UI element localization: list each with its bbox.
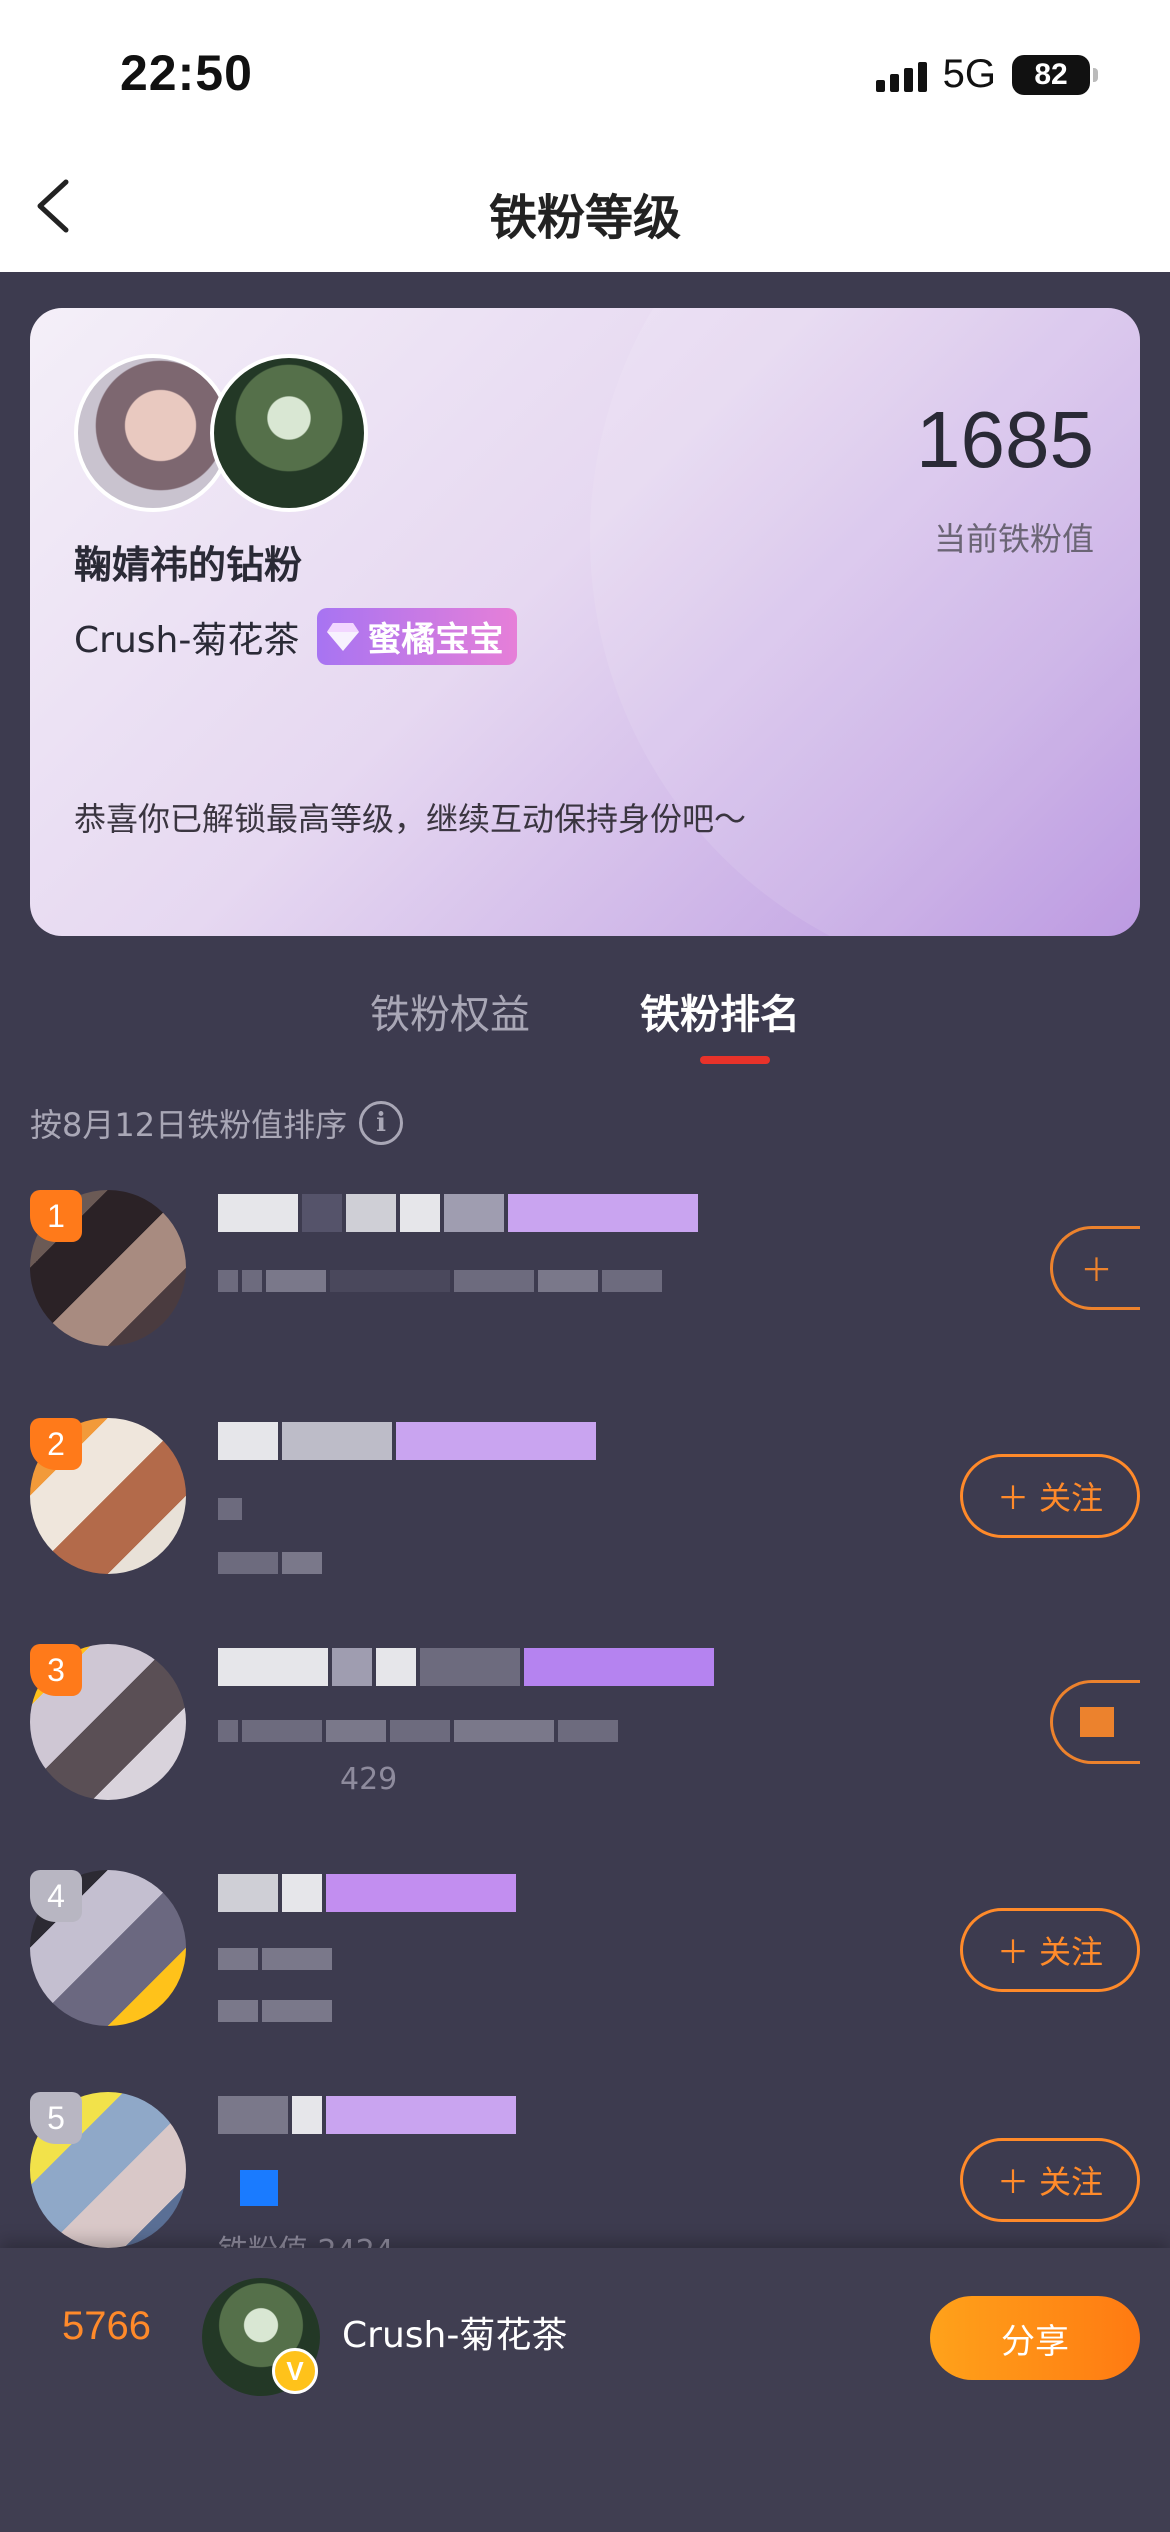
blurred-name [218, 1648, 714, 1686]
blurred-info [240, 2170, 278, 2206]
blurred-info [218, 1498, 242, 1520]
blurred-info [218, 1720, 618, 1742]
follow-button[interactable] [1050, 1680, 1140, 1764]
rank-badge: 2 [30, 1418, 82, 1470]
my-name: Crush-菊花茶 [342, 2315, 568, 2356]
battery-icon: 82 [1012, 54, 1098, 95]
ranking-row[interactable]: 4 ＋ 关注 [0, 1870, 1170, 2070]
ranking-row[interactable]: 3 429 [0, 1644, 1170, 1844]
tab-ranking[interactable]: 铁粉排名 [640, 982, 800, 1040]
top-bar: 22:50 5G 82 铁粉等级 [0, 0, 1170, 272]
follow-button[interactable]: ＋ 关注 [960, 2138, 1140, 2222]
follow-button[interactable]: ＋ [1050, 1226, 1140, 1310]
sort-note-row: 按8月12日铁粉值排序 i [30, 1100, 404, 1146]
follow-button[interactable]: ＋ 关注 [960, 1454, 1140, 1538]
my-rank: 5766 [62, 2304, 151, 2348]
fan-value-label: 当前铁粉值 [933, 520, 1094, 558]
page-title: 铁粉等级 [488, 190, 681, 246]
follow-label: 关注 [1039, 2163, 1104, 2201]
follow-label: 关注 [1039, 1479, 1104, 1517]
blurred-name [218, 1874, 516, 1912]
idol-avatar [74, 354, 232, 512]
signal-icon [875, 58, 927, 92]
follow-button[interactable]: ＋ 关注 [960, 1908, 1140, 1992]
tab-bar: 铁粉权益 铁粉排名 [0, 982, 1170, 1064]
network-label: 5G [942, 52, 996, 96]
congrats-message: 恭喜你已解锁最高等级，继续互动保持身份吧～ [74, 800, 747, 838]
fan-user-row: Crush-菊花茶 蜜橘宝宝 [74, 608, 518, 665]
ranking-row[interactable]: 2 ＋ 关注 [0, 1418, 1170, 1618]
blurred-info [218, 1270, 662, 1292]
fan-title: 鞠婧祎的钻粉 [74, 543, 303, 587]
plus-icon: ＋ [996, 1479, 1029, 1517]
blurred-info [218, 1948, 332, 1970]
rank-badge: 5 [30, 2092, 82, 2144]
blurred-info [218, 2000, 332, 2022]
plus-icon [1079, 1707, 1114, 1737]
sort-note: 按8月12日铁粉值排序 [30, 1106, 348, 1144]
status-indicators: 5G 82 [875, 52, 1098, 97]
blurred-info [218, 1552, 322, 1574]
plus-icon: ＋ [996, 1933, 1029, 1971]
fan-value-text: 429 [340, 1762, 398, 1797]
blurred-name [218, 2096, 516, 2134]
diamond-icon [327, 622, 360, 651]
share-button[interactable]: 分享 [930, 2296, 1140, 2380]
plus-icon: ＋ [996, 2163, 1029, 2201]
follow-label: 关注 [1039, 1933, 1104, 1971]
vip-icon: V [272, 2348, 318, 2394]
fan-username: Crush-菊花茶 [74, 619, 300, 661]
blurred-name [218, 1422, 596, 1460]
blurred-name [218, 1194, 698, 1232]
fan-value: 1685 [916, 395, 1094, 484]
active-tab-indicator [700, 1056, 770, 1064]
fan-level-card: 鞠婧祎的钻粉 Crush-菊花茶 蜜橘宝宝 1685 当前铁粉值 恭喜你已解锁最… [30, 308, 1140, 936]
user-avatar [210, 354, 368, 512]
rank-badge: 1 [30, 1190, 82, 1242]
status-time: 22:50 [120, 45, 253, 101]
fan-badge: 蜜橘宝宝 [317, 608, 518, 665]
plus-icon: ＋ [1080, 1251, 1113, 1289]
my-rank-bar: 5766 V Crush-菊花茶 分享 [0, 2248, 1170, 2532]
ranking-row[interactable]: 1 ＋ [0, 1190, 1170, 1390]
fan-badge-label: 蜜橘宝宝 [367, 620, 504, 660]
info-icon[interactable]: i [359, 1101, 404, 1145]
rank-badge: 3 [30, 1644, 82, 1696]
rank-badge: 4 [30, 1870, 82, 1922]
tab-benefits[interactable]: 铁粉权益 [370, 982, 530, 1040]
